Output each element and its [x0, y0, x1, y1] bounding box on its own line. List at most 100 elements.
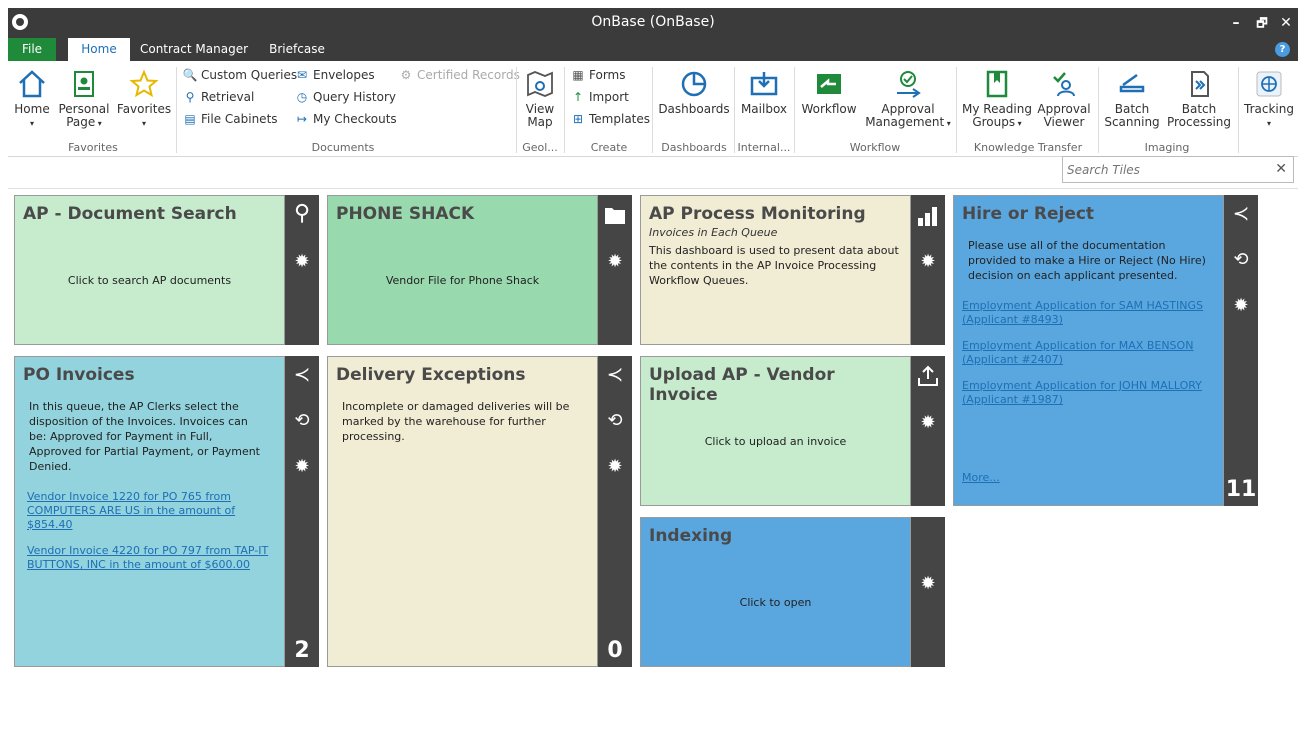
settings-gear-icon[interactable]: ✹: [285, 251, 319, 272]
settings-gear-icon[interactable]: ✹: [285, 456, 319, 477]
tile-delivery-exceptions[interactable]: Delivery Exceptions Incomplete or damage…: [327, 356, 632, 667]
settings-gear-icon[interactable]: ✹: [598, 251, 632, 272]
retrieval-button[interactable]: ⚲ Retrieval: [182, 87, 255, 107]
search-tiles-input[interactable]: [1063, 157, 1263, 182]
tile-upload-vendor-invoice[interactable]: Upload AP - Vendor Invoice Click to uplo…: [640, 356, 945, 506]
maximize-button[interactable]: 🗗: [1250, 12, 1274, 34]
tile-title: AP - Document Search: [23, 204, 237, 224]
tile-sidebar: ≺ ⟲ ✹ 2: [285, 356, 319, 667]
home-label: Home: [14, 102, 50, 116]
forms-button[interactable]: ▦ Forms: [570, 65, 625, 85]
separator: [652, 67, 653, 153]
help-icon[interactable]: ?: [1275, 42, 1290, 57]
approval-viewer-button[interactable]: Approval Viewer: [1036, 69, 1092, 129]
query-history-button[interactable]: ◷ Query History: [294, 87, 396, 107]
tab-file[interactable]: File: [8, 38, 56, 61]
settings-gear-icon[interactable]: ✹: [598, 456, 632, 477]
search-tiles-box: ✕: [1062, 156, 1294, 183]
tile-body[interactable]: PHONE SHACK Vendor File for Phone Shack: [327, 195, 598, 345]
applicant-link[interactable]: Employment Application for SAM HASTINGS …: [962, 299, 1215, 327]
clear-search-icon[interactable]: ✕: [1275, 161, 1287, 177]
envelopes-label: Envelopes: [313, 68, 375, 82]
settings-gear-icon[interactable]: ✹: [911, 251, 945, 272]
upload-icon[interactable]: [916, 364, 940, 388]
workflow-button[interactable]: Workflow: [798, 69, 860, 116]
batch-scanning-label: Batch Scanning: [1104, 102, 1160, 129]
tile-text: In this queue, the AP Clerks select the …: [29, 400, 260, 473]
tile-body[interactable]: Delivery Exceptions Incomplete or damage…: [327, 356, 598, 667]
tile-ap-document-search[interactable]: AP - Document Search Click to search AP …: [14, 195, 319, 345]
tile-phone-shack[interactable]: PHONE SHACK Vendor File for Phone Shack …: [327, 195, 632, 345]
settings-gear-icon[interactable]: ✹: [911, 573, 945, 594]
view-map-button[interactable]: View Map: [520, 69, 560, 129]
tile-body[interactable]: Indexing Click to open: [640, 517, 911, 667]
tile-text: Click to open: [739, 596, 812, 609]
my-checkouts-button[interactable]: ↦ My Checkouts: [294, 109, 397, 129]
share-icon[interactable]: ≺: [285, 362, 319, 386]
file-cabinets-button[interactable]: ▤ File Cabinets: [182, 109, 277, 129]
templates-icon: ⊞: [572, 112, 584, 126]
tile-sidebar: ⚲ ✹: [285, 195, 319, 345]
tile-body[interactable]: AP - Document Search Click to search AP …: [14, 195, 285, 345]
tile-hire-or-reject[interactable]: Hire or Reject Please use all of the doc…: [953, 195, 1258, 506]
approval-viewer-icon: [1053, 72, 1075, 97]
home-icon: [19, 70, 45, 98]
refresh-icon[interactable]: ⟲: [598, 410, 632, 431]
minimize-button[interactable]: –: [1224, 12, 1248, 34]
separator: [794, 67, 795, 153]
import-button[interactable]: ↑ Import: [570, 87, 629, 107]
group-label-create: Create: [590, 141, 628, 154]
tile-title: Indexing: [649, 526, 733, 546]
batch-scanning-button[interactable]: Batch Scanning: [1102, 69, 1162, 129]
home-button[interactable]: Home ▾: [12, 69, 52, 130]
approval-management-button[interactable]: Approval Management ▾: [864, 69, 952, 130]
my-reading-groups-button[interactable]: My Reading Groups ▾: [960, 69, 1034, 130]
workflow-icon: [817, 74, 841, 94]
separator: [1238, 67, 1239, 153]
bar-chart-icon[interactable]: [917, 205, 939, 227]
applicant-link[interactable]: Employment Application for MAX BENSON (A…: [962, 339, 1215, 367]
personal-page-button[interactable]: Personal Page ▾: [58, 69, 110, 130]
map-icon: [527, 71, 553, 97]
tab-home[interactable]: Home: [68, 38, 130, 61]
templates-button[interactable]: ⊞ Templates: [570, 109, 650, 129]
applicant-link[interactable]: Employment Application for JOHN MALLORY …: [962, 379, 1215, 407]
custom-queries-button[interactable]: 🔍 Custom Queries: [182, 65, 298, 85]
invoice-link[interactable]: Vendor Invoice 4220 for PO 797 from TAP-…: [23, 544, 276, 572]
more-link[interactable]: More...: [962, 471, 1000, 485]
my-checkouts-label: My Checkouts: [313, 112, 397, 126]
mailbox-icon: [750, 72, 778, 96]
mailbox-label: Mailbox: [740, 102, 788, 116]
tab-briefcase[interactable]: Briefcase: [260, 38, 334, 61]
tracking-button[interactable]: Tracking ▾: [1242, 69, 1296, 130]
tile-body[interactable]: Hire or Reject Please use all of the doc…: [953, 195, 1224, 506]
forms-label: Forms: [589, 68, 626, 82]
settings-gear-icon[interactable]: ✹: [911, 412, 945, 433]
batch-processing-icon: [1191, 71, 1209, 97]
tile-sidebar: ✹: [911, 356, 945, 506]
close-button[interactable]: ✕: [1274, 12, 1298, 34]
tile-body[interactable]: AP Process Monitoring Invoices in Each Q…: [640, 195, 911, 345]
title-bar: OnBase (OnBase) – 🗗 ✕: [8, 8, 1298, 38]
tab-contract-manager[interactable]: Contract Manager: [136, 38, 252, 61]
mailbox-button[interactable]: Mailbox: [738, 69, 790, 116]
refresh-icon[interactable]: ⟲: [285, 410, 319, 431]
envelopes-button[interactable]: ✉ Envelopes: [294, 65, 375, 85]
dashboards-label: Dashboards: [658, 102, 730, 116]
dashboards-button[interactable]: Dashboards: [658, 69, 730, 116]
tile-body[interactable]: Upload AP - Vendor Invoice Click to uplo…: [640, 356, 911, 506]
settings-gear-icon[interactable]: ✹: [1224, 295, 1258, 316]
tile-indexing[interactable]: Indexing Click to open ✹: [640, 517, 945, 667]
share-icon[interactable]: ≺: [598, 362, 632, 386]
refresh-icon[interactable]: ⟲: [1224, 249, 1258, 270]
folder-icon[interactable]: [604, 205, 626, 225]
tile-ap-process-monitoring[interactable]: AP Process Monitoring Invoices in Each Q…: [640, 195, 945, 345]
tile-body[interactable]: PO Invoices In this queue, the AP Clerks…: [14, 356, 285, 667]
ribbon-tabs: File Home Contract Manager Briefcase ?: [8, 38, 1298, 61]
batch-processing-button[interactable]: Batch Processing: [1166, 69, 1232, 129]
favorites-button[interactable]: Favorites ▾: [116, 69, 172, 130]
search-icon[interactable]: ⚲: [285, 201, 319, 226]
share-icon[interactable]: ≺: [1224, 201, 1258, 225]
tile-po-invoices[interactable]: PO Invoices In this queue, the AP Clerks…: [14, 356, 319, 667]
invoice-link[interactable]: Vendor Invoice 1220 for PO 765 from COMP…: [23, 490, 276, 532]
